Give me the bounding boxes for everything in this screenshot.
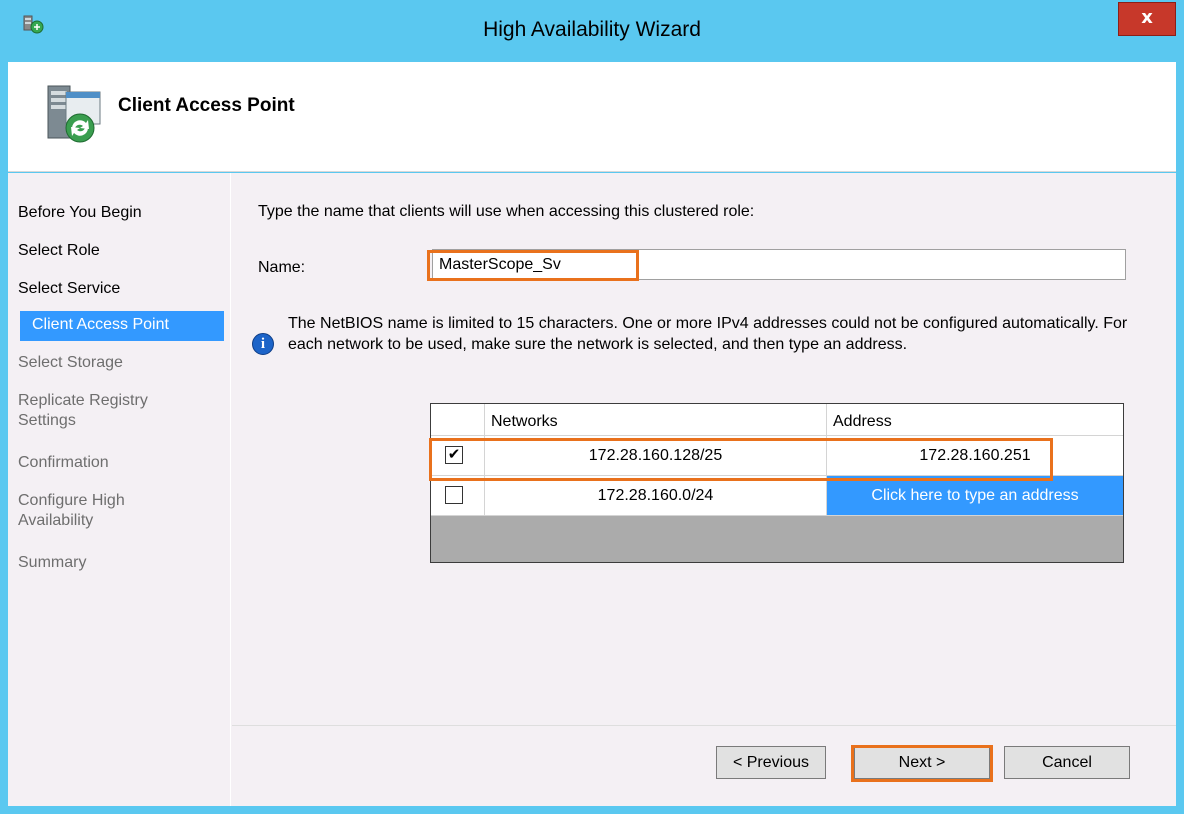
footer-divider: [232, 725, 1176, 726]
window-title: High Availability Wizard: [483, 18, 701, 41]
info-message: The NetBIOS name is limited to 15 charac…: [288, 315, 1128, 353]
nav-step-summary: Summary: [18, 553, 86, 573]
network-checkbox-1[interactable]: ✔: [445, 446, 463, 464]
wizard-body: Before You Begin Select Role Select Serv…: [8, 173, 1176, 806]
nav-step-select-storage: Select Storage: [18, 353, 123, 373]
nav-step-before-you-begin[interactable]: Before You Begin: [18, 203, 142, 223]
nav-step-replicate-registry-settings: Replicate Registry Settings: [18, 391, 198, 431]
networks-grid: Networks Address ✔ 172.28.160.128/25 172…: [430, 403, 1124, 563]
table-row[interactable]: 172.28.160.0/24 Click here to type an ad…: [431, 476, 1123, 516]
address-cell[interactable]: 172.28.160.251: [827, 436, 1123, 475]
row-check-cell: ✔: [431, 436, 485, 475]
nav-step-label: Before You Begin: [18, 204, 142, 221]
grid-header-row: Networks Address: [431, 404, 1123, 436]
wizard-steps-nav: Before You Begin Select Role Select Serv…: [8, 173, 231, 806]
nav-step-select-service[interactable]: Select Service: [18, 279, 120, 299]
name-label: Name:: [258, 259, 306, 276]
close-button[interactable]: x: [1118, 2, 1176, 36]
nav-step-label: Configure High Availability: [18, 492, 125, 529]
cancel-button[interactable]: Cancel: [1004, 746, 1130, 779]
nav-step-label: Confirmation: [18, 454, 109, 471]
network-cell: 172.28.160.0/24: [485, 476, 827, 515]
nav-step-label: Summary: [18, 554, 87, 571]
previous-button[interactable]: < Previous: [716, 746, 826, 779]
page-title: Client Access Point: [118, 95, 295, 116]
grid-header-networks[interactable]: Networks: [485, 404, 827, 435]
wizard-content: Type the name that clients will use when…: [232, 173, 1176, 806]
grid-header-address[interactable]: Address: [827, 404, 1123, 435]
nav-step-confirmation: Confirmation: [18, 453, 109, 473]
network-value: 172.28.160.128/25: [588, 447, 723, 464]
next-button[interactable]: Next >: [854, 746, 990, 779]
header-label: Address: [833, 413, 892, 430]
network-cell: 172.28.160.128/25: [485, 436, 827, 475]
address-cell[interactable]: Click here to type an address: [827, 476, 1123, 515]
table-row[interactable]: ✔ 172.28.160.128/25 172.28.160.251: [431, 436, 1123, 476]
network-value: 172.28.160.0/24: [597, 487, 714, 504]
nav-step-label: Select Storage: [18, 354, 123, 371]
nav-step-label: Client Access Point: [32, 316, 169, 333]
address-placeholder: Click here to type an address: [871, 487, 1079, 504]
header-label: Networks: [491, 413, 558, 430]
nav-step-client-access-point[interactable]: Client Access Point: [20, 311, 224, 341]
instruction-text: Type the name that clients will use when…: [258, 203, 755, 220]
nav-step-label: Select Role: [18, 242, 100, 259]
nav-step-select-role[interactable]: Select Role: [18, 241, 100, 261]
network-checkbox-2[interactable]: [445, 486, 463, 504]
info-icon: i: [252, 333, 274, 355]
nav-step-label: Replicate Registry Settings: [18, 392, 148, 429]
name-input[interactable]: [432, 249, 1126, 280]
wizard-window: High Availability Wizard x Client Access…: [0, 0, 1184, 814]
row-check-cell: [431, 476, 485, 515]
nav-step-configure-high-availability: Configure High Availability: [18, 491, 168, 531]
wizard-header: Client Access Point: [8, 62, 1176, 172]
address-value: 172.28.160.251: [919, 447, 1031, 464]
title-bar[interactable]: High Availability Wizard x: [0, 0, 1184, 62]
nav-step-label: Select Service: [18, 280, 121, 297]
cluster-server-icon: [47, 85, 101, 143]
grid-header-check: [431, 404, 485, 435]
